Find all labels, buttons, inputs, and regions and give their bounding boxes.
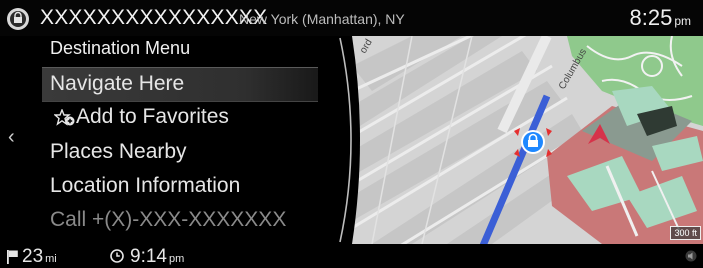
menu-item-label: Navigate Here — [50, 72, 185, 95]
menu-item-add-to-favorites[interactable]: Add to Favorites — [42, 101, 332, 134]
arrival-time: 9:14 pm — [130, 246, 184, 268]
menu-item-location-information[interactable]: Location Information — [42, 170, 332, 203]
eta-unit: pm — [168, 253, 185, 265]
menu-item-places-nearby[interactable]: Places Nearby — [42, 136, 332, 169]
remaining-distance: 23 mi — [22, 246, 57, 268]
eta-value: 9:14 — [130, 246, 167, 267]
map-scale: 300 ft — [670, 226, 701, 240]
map-canvas — [352, 36, 703, 244]
star-add-icon — [54, 109, 75, 126]
menu-item-navigate-here[interactable]: Navigate Here — [42, 67, 332, 102]
flag-icon — [7, 250, 18, 264]
time-value: 8:25 — [629, 5, 673, 30]
destination-location: New York (Manhattan), NY — [239, 11, 405, 27]
back-chevron-icon[interactable]: ‹ — [8, 126, 15, 149]
menu-item-call[interactable]: Call +(X)-XXX-XXXXXXX — [42, 204, 332, 237]
status-bar: 23 mi 9:14 pm — [0, 244, 703, 268]
menu-item-label: Call +(X)-XXX-XXXXXXX — [50, 208, 287, 231]
menu-heading: Destination Menu — [50, 38, 191, 58]
clock-icon — [110, 249, 124, 263]
distance-unit: mi — [45, 253, 57, 265]
header-bar: XXXXXXXXXXXXXXXX New York (Manhattan), N… — [0, 0, 703, 36]
menu-map-divider — [318, 36, 360, 244]
time-ampm: pm — [674, 14, 691, 28]
mute-icon[interactable] — [685, 250, 697, 262]
menu-item-label: Location Information — [50, 174, 241, 197]
destination-title: XXXXXXXXXXXXXXXX — [40, 6, 268, 29]
menu-item-label: Places Nearby — [50, 140, 187, 163]
map-view[interactable]: Columbus ord 300 ft — [352, 36, 703, 244]
menu-item-label: Add to Favorites — [76, 105, 229, 128]
current-time: 8:25 pm — [630, 5, 692, 31]
navigation-screen: XXXXXXXXXXXXXXXX New York (Manhattan), N… — [0, 0, 703, 268]
destination-poi-icon — [7, 8, 29, 30]
distance-value: 23 — [22, 246, 44, 267]
